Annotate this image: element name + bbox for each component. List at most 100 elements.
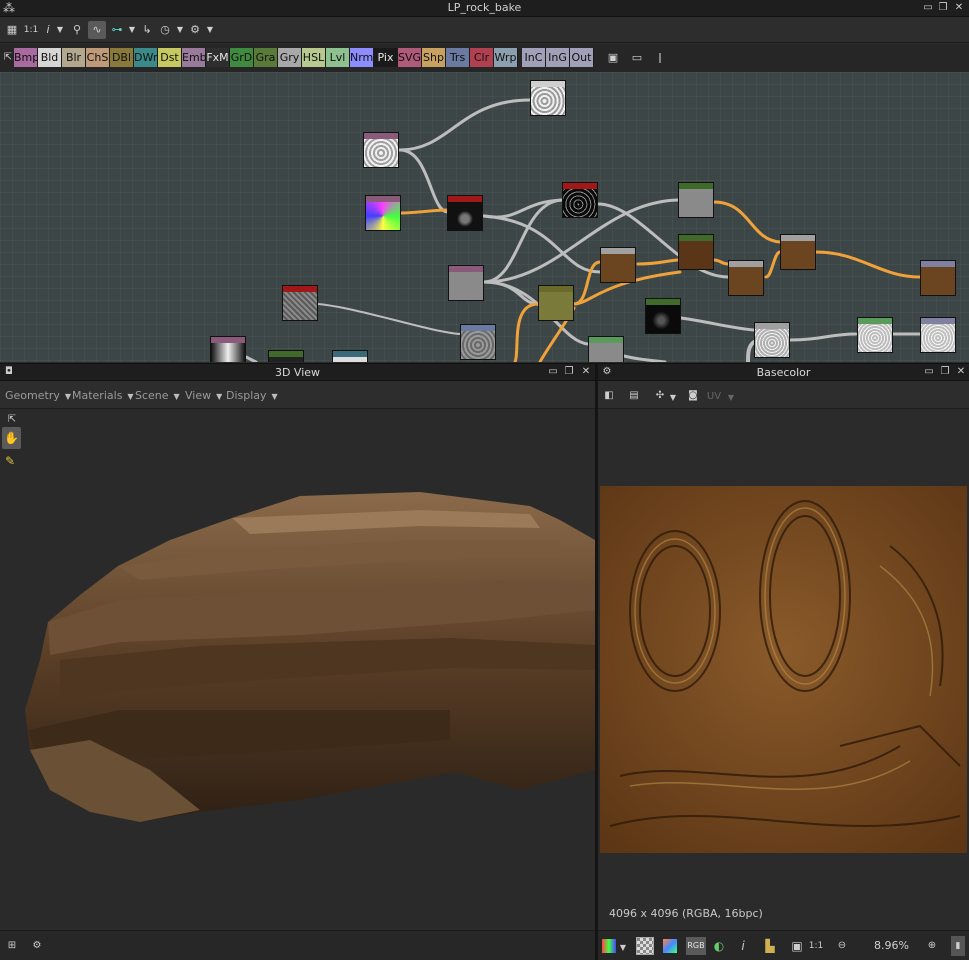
graph-node[interactable]: [562, 182, 598, 218]
library-chip-gry[interactable]: Gry: [278, 48, 302, 67]
library-chip-hsl[interactable]: HSL: [302, 48, 326, 67]
dropdown-caret-icon[interactable]: ▼: [206, 21, 214, 39]
3d-viewport[interactable]: ⇱ ✋ ✎: [0, 410, 595, 930]
frame-all-icon[interactable]: ▦: [4, 21, 20, 39]
library-chip-trs[interactable]: Trs: [446, 48, 470, 67]
graph-node[interactable]: [530, 80, 566, 116]
graph-node[interactable]: [448, 265, 484, 301]
zoom-in-icon[interactable]: ⊕: [926, 939, 938, 953]
pin-node-icon[interactable]: ǀ: [654, 49, 666, 67]
graph-node[interactable]: [728, 260, 764, 296]
graph-node[interactable]: [332, 350, 368, 362]
library-chip-bld[interactable]: Bld: [38, 48, 62, 67]
graph-node[interactable]: [678, 234, 714, 270]
menu-materials[interactable]: Materials ▼: [72, 389, 134, 402]
dropdown-caret-icon[interactable]: ▼: [128, 21, 136, 39]
channels-icon[interactable]: ✣: [653, 389, 667, 403]
close-icon[interactable]: ✕: [955, 366, 967, 378]
alpha-icon[interactable]: ◐: [712, 939, 726, 953]
library-chip-wrp[interactable]: Wrp: [494, 48, 518, 67]
close-icon[interactable]: ✕: [953, 2, 965, 14]
library-chip-ing[interactable]: InG: [546, 48, 570, 67]
info-icon[interactable]: i: [738, 939, 748, 953]
library-chip-gra[interactable]: Gra: [254, 48, 278, 67]
library-chip-fxm[interactable]: FxM: [206, 48, 230, 67]
info-button[interactable]: i: [43, 21, 53, 39]
graph-node[interactable]: [268, 350, 304, 362]
camera-icon[interactable]: ◙: [686, 389, 700, 403]
library-chip-grd[interactable]: GrD: [230, 48, 254, 67]
library-chip-dwr[interactable]: DWr: [134, 48, 158, 67]
connector-icon[interactable]: ⊶: [108, 21, 126, 39]
menu-view[interactable]: View ▼: [185, 389, 222, 402]
zoom-out-icon[interactable]: ⊖: [836, 939, 848, 953]
close-icon[interactable]: ✕: [580, 366, 592, 378]
uv-dropdown[interactable]: UV: [706, 390, 722, 404]
graph-node[interactable]: [538, 285, 574, 321]
node-graph[interactable]: [0, 72, 969, 362]
library-chip-nrm[interactable]: Nrm: [350, 48, 374, 67]
color-icon[interactable]: [663, 939, 677, 953]
zoom-icon[interactable]: ⚲: [70, 21, 84, 39]
menu-geometry[interactable]: Geometry ▼: [5, 389, 71, 402]
graph-node[interactable]: [920, 260, 956, 296]
pin-icon[interactable]: ▭: [922, 2, 934, 14]
graph-node[interactable]: [754, 322, 790, 358]
dropdown-caret-icon[interactable]: ▼: [669, 391, 677, 405]
graph-node[interactable]: [363, 132, 399, 168]
align-icon[interactable]: ↳: [140, 21, 154, 39]
menu-scene[interactable]: Scene ▼: [135, 389, 180, 402]
library-chip-clr[interactable]: Clr: [470, 48, 494, 67]
restore-icon[interactable]: ❐: [563, 366, 575, 378]
link-style-icon[interactable]: ∿: [88, 21, 106, 39]
actual-size-button[interactable]: 1:1: [808, 939, 824, 953]
compare-icon[interactable]: ◧: [602, 389, 616, 403]
library-chip-inc[interactable]: InC: [522, 48, 546, 67]
library-chip-blr[interactable]: Blr: [62, 48, 86, 67]
graph-node[interactable]: [780, 234, 816, 270]
library-chip-lvl[interactable]: Lvl: [326, 48, 350, 67]
basecolor-texture-preview[interactable]: [600, 486, 967, 853]
graph-node[interactable]: [588, 336, 624, 362]
pin-icon[interactable]: ▭: [923, 366, 935, 378]
graph-node[interactable]: [920, 317, 956, 353]
graph-node[interactable]: [600, 247, 636, 283]
library-chip-dbl[interactable]: DBl: [110, 48, 134, 67]
library-chip-dst[interactable]: Dst: [158, 48, 182, 67]
timer-icon[interactable]: ◷: [158, 21, 172, 39]
restore-icon[interactable]: ❐: [937, 2, 949, 14]
checker-background-icon[interactable]: [636, 937, 654, 955]
hierarchy-icon[interactable]: ⊞: [5, 939, 19, 953]
graph-node[interactable]: [678, 182, 714, 218]
options-icon[interactable]: ▮: [951, 936, 965, 956]
library-chip-bmp[interactable]: Bmp: [14, 48, 39, 67]
graph-node[interactable]: [365, 195, 401, 231]
open-library-icon[interactable]: ⇱: [2, 49, 14, 67]
graph-node[interactable]: [282, 285, 318, 321]
library-chip-pix[interactable]: Pix: [374, 48, 398, 67]
save-image-icon[interactable]: ▤: [627, 389, 641, 403]
settings-icon[interactable]: ⚙: [30, 939, 44, 953]
library-chip-emb[interactable]: Emb: [182, 48, 207, 67]
histogram-icon[interactable]: ▙: [763, 939, 777, 953]
library-chip-shp[interactable]: Shp: [422, 48, 446, 67]
library-chip-out[interactable]: Out: [570, 48, 594, 67]
library-chip-svg[interactable]: SVG: [398, 48, 422, 67]
comment-icon[interactable]: ▣: [605, 49, 621, 67]
graph-node[interactable]: [210, 336, 246, 362]
dropdown-caret-icon[interactable]: ▼: [619, 941, 627, 955]
rgb-toggle[interactable]: RGB: [686, 937, 706, 955]
dropdown-caret-icon[interactable]: ▼: [56, 21, 64, 39]
ratio-button[interactable]: 1:1: [22, 21, 40, 39]
graph-node[interactable]: [447, 195, 483, 231]
dropdown-caret-icon[interactable]: ▼: [176, 21, 184, 39]
graph-node[interactable]: [645, 298, 681, 334]
restore-icon[interactable]: ❐: [939, 366, 951, 378]
pin-icon[interactable]: ▭: [547, 366, 559, 378]
settings-icon[interactable]: ⚙: [188, 21, 202, 39]
fit-icon[interactable]: ▣: [790, 939, 804, 953]
graph-node[interactable]: [857, 317, 893, 353]
graph-node[interactable]: [460, 324, 496, 360]
menu-display[interactable]: Display ▼: [226, 389, 278, 402]
color-swatch-icon[interactable]: [602, 939, 616, 953]
